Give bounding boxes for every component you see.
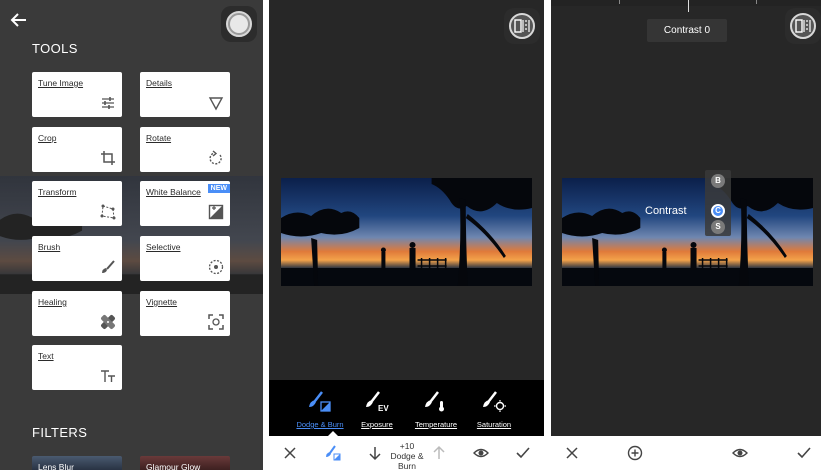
new-badge: NEW xyxy=(207,184,230,193)
selective-icon xyxy=(208,259,224,275)
back-arrow-icon[interactable] xyxy=(8,9,30,31)
tool-card-label: Healing xyxy=(38,297,67,307)
brush-value: +10 xyxy=(399,441,415,451)
tool-card-crop[interactable]: Crop xyxy=(32,127,122,172)
close-icon[interactable] xyxy=(282,445,298,461)
selective-panel: Contrast 0 Contrast B C S xyxy=(551,0,821,470)
tool-card-selective[interactable]: Selective xyxy=(140,236,230,281)
tools-section-title: TOOLS xyxy=(32,41,78,56)
filter-card-label: Glamour Glow xyxy=(146,462,201,470)
tool-label: Temperature xyxy=(414,420,458,429)
compare-icon xyxy=(514,19,530,33)
tool-card-rotate[interactable]: Rotate xyxy=(140,127,230,172)
dodge-burn-icon xyxy=(309,391,331,412)
eye-icon[interactable] xyxy=(473,445,489,461)
tool-card-label: Details xyxy=(146,78,172,88)
brush-panel: Dodge & Burn EV Exposure Temperature Sat… xyxy=(269,0,544,470)
triangle-icon xyxy=(208,97,224,111)
tool-label: Exposure xyxy=(361,420,393,429)
tool-saturation[interactable]: Saturation xyxy=(464,380,524,436)
tool-card-label: Selective xyxy=(146,242,181,252)
tool-card-healing[interactable]: Healing xyxy=(32,291,122,336)
compare-icon xyxy=(795,19,811,33)
checkmark-icon[interactable] xyxy=(515,445,531,461)
tool-card-label: Transform xyxy=(38,187,77,197)
eye-icon[interactable] xyxy=(732,445,748,461)
tool-card-label: Vignette xyxy=(146,297,178,307)
crop-icon xyxy=(101,151,115,165)
contrast-marker[interactable]: C xyxy=(711,204,725,218)
exposure-brush-icon: EV xyxy=(366,391,389,412)
tool-label: Dodge & Burn xyxy=(296,420,344,429)
checkmark-icon[interactable] xyxy=(796,445,812,461)
tool-card-label: Tune Image xyxy=(38,78,84,88)
tool-card-brush[interactable]: Brush xyxy=(32,236,122,281)
tool-card-white-balance[interactable]: White Balance NEW xyxy=(140,181,230,226)
tool-card-transform[interactable]: Transform xyxy=(32,181,122,226)
transform-icon xyxy=(100,204,116,220)
brightness-marker[interactable]: B xyxy=(711,174,725,188)
sliders-icon xyxy=(102,97,114,109)
rotate-icon xyxy=(209,150,222,165)
photo-canvas[interactable] xyxy=(281,178,532,286)
tool-label: Saturation xyxy=(476,420,512,429)
tool-card-vignette[interactable]: Vignette xyxy=(140,291,230,336)
compare-button[interactable] xyxy=(785,8,821,44)
compare-button[interactable] xyxy=(221,6,257,42)
active-tool-caret xyxy=(327,431,339,437)
text-icon xyxy=(101,370,115,382)
tool-card-label: Rotate xyxy=(146,133,172,143)
temperature-brush-icon xyxy=(425,391,444,412)
saturation-marker[interactable]: S xyxy=(711,220,725,234)
tool-card-label: Crop xyxy=(38,133,57,143)
brush-bottom-bar: +10 Dodge & Burn xyxy=(269,431,544,470)
svg-text:EV: EV xyxy=(378,404,389,412)
vignette-icon xyxy=(208,314,224,330)
tools-panel: TOOLS Tune Image Details Crop Rotate Tra… xyxy=(0,0,263,470)
control-point-menu[interactable]: B C S xyxy=(705,170,731,236)
filter-card-glamour-glow[interactable]: Glamour Glow xyxy=(140,456,230,470)
filters-section-title: FILTERS xyxy=(32,425,88,440)
add-point-icon[interactable] xyxy=(627,445,643,461)
selective-bottom-bar xyxy=(551,436,821,470)
tool-card-label: Text xyxy=(38,351,54,361)
brush-value-tool: Dodge & Burn xyxy=(390,451,424,470)
close-icon[interactable] xyxy=(564,445,580,461)
tool-exposure[interactable]: EV Exposure xyxy=(347,380,407,436)
tool-dodge-burn[interactable]: Dodge & Burn xyxy=(290,380,350,436)
contrast-tooltip: Contrast 0 xyxy=(647,19,727,42)
tool-card-label: White Balance xyxy=(146,187,201,197)
brush-value-readout: +10 Dodge & Burn xyxy=(381,441,433,470)
filter-card-lens-blur[interactable]: Lens Blur xyxy=(32,456,122,470)
adjustment-ruler[interactable] xyxy=(551,0,821,12)
saturation-brush-icon xyxy=(483,391,506,412)
healing-icon xyxy=(101,315,115,329)
tool-card-tune-image[interactable]: Tune Image xyxy=(32,72,122,117)
brush-icon xyxy=(102,260,115,273)
arrow-up-icon[interactable] xyxy=(431,445,447,461)
compare-button[interactable] xyxy=(504,8,540,44)
brush-mode-icon[interactable] xyxy=(325,445,341,461)
filter-card-label: Lens Blur xyxy=(38,462,74,470)
tool-temperature[interactable]: Temperature xyxy=(406,380,466,436)
photo-canvas[interactable] xyxy=(562,178,813,286)
white-balance-icon xyxy=(208,204,224,220)
tool-card-label: Brush xyxy=(38,242,61,252)
tool-card-text[interactable]: Text xyxy=(32,345,122,390)
tool-card-details[interactable]: Details xyxy=(140,72,230,117)
brush-tool-row: Dodge & Burn EV Exposure Temperature Sat… xyxy=(269,380,544,436)
contrast-overlay-label: Contrast xyxy=(645,205,687,217)
